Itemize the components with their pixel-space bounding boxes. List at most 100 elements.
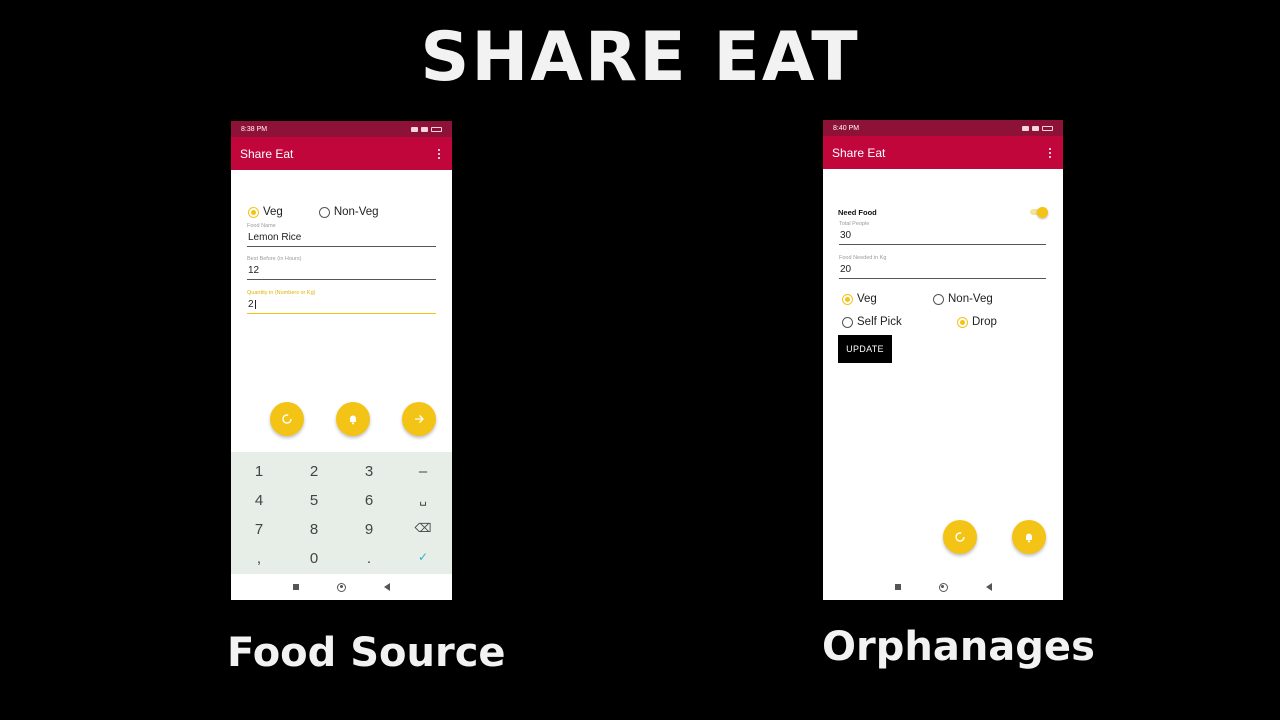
key-1[interactable]: 1 [244,463,274,480]
app-bar: Share Eat [231,137,452,170]
diet-radio-group: Veg Non-Veg [842,293,993,305]
battery-icon [1042,125,1053,131]
key-2[interactable]: 2 [299,463,329,480]
home-icon[interactable] [337,582,346,592]
app-title: Share Eat [240,146,294,161]
drop-radio[interactable]: Drop [957,316,997,328]
need-food-toggle[interactable] [1028,207,1048,218]
notify-button[interactable] [1012,520,1046,554]
signal-icon [1022,125,1029,131]
veg-radio[interactable]: Veg [248,206,283,218]
recents-icon[interactable] [293,584,299,590]
food-needed-field[interactable]: Food Needed in Kg 20 [839,255,1046,279]
radio-unchecked-icon [933,293,944,305]
best-before-input[interactable]: 12 [247,264,436,280]
food-name-field[interactable]: Food Name Lemon Rice [247,223,436,247]
app-title: Share Eat [832,145,886,160]
refresh-button[interactable] [270,402,304,436]
need-food-label: Need Food [838,208,877,217]
bell-icon [1026,533,1032,543]
self-pick-label: Self Pick [857,316,902,328]
radio-checked-icon [842,293,853,305]
food-needed-input[interactable]: 20 [839,263,1046,279]
key-minus[interactable]: – [408,463,438,480]
delivery-radio-group: Self Pick Drop [842,316,997,328]
status-time: 8:40 PM [833,124,860,132]
key-5[interactable]: 5 [299,492,329,509]
quantity-value: 2 [248,299,254,310]
wifi-icon [1032,125,1039,131]
backspace-key-icon[interactable]: ⌫ [408,521,438,535]
refresh-icon [282,414,292,424]
key-8[interactable]: 8 [299,521,329,538]
status-time: 8:38 PM [241,125,268,133]
update-button[interactable]: UPDATE [838,335,892,363]
orphanages-caption: Orphanages [822,624,1095,670]
non-veg-radio[interactable]: Non-Veg [933,293,993,305]
food-name-input[interactable]: Lemon Rice [247,231,436,247]
key-comma[interactable]: , [244,550,274,567]
quantity-field[interactable]: Quantity in (Numbers or Kg) 2 [247,290,436,314]
done-key-check-icon[interactable]: ✓ [408,550,438,564]
system-nav-bar [823,574,1063,600]
main-title: SHARE EAT [420,18,860,97]
status-bar: 8:40 PM [823,120,1063,136]
text-caret [254,299,256,309]
radio-checked-icon [957,316,968,328]
total-people-input[interactable]: 30 [839,229,1046,245]
non-veg-label: Non-Veg [948,293,993,305]
veg-radio[interactable]: Veg [842,293,933,305]
numeric-keypad: 1 2 3 – 4 5 6 ␣ 7 8 9 ⌫ , 0 . ✓ [231,452,452,574]
battery-icon [431,126,442,132]
overflow-menu-icon[interactable] [435,148,443,159]
back-icon[interactable] [384,583,390,591]
recents-icon[interactable] [894,584,901,590]
veg-label: Veg [263,206,283,218]
wifi-icon [421,126,428,132]
radio-unchecked-icon [318,206,330,218]
food-name-label: Food Name [247,223,276,229]
orphanage-phone: 8:40 PM Share Eat Need Food Total People… [823,120,1063,600]
next-button[interactable] [402,402,436,436]
best-before-field[interactable]: Best Before (in Hours) 12 [247,256,436,280]
total-people-label: Total People [839,221,870,227]
radio-unchecked-icon [842,316,853,328]
quantity-label: Quantity in (Numbers or Kg) [247,290,316,296]
non-veg-label: Non-Veg [333,206,379,218]
key-dot[interactable]: . [354,550,384,567]
food-source-phone: 8:38 PM Share Eat Veg Non-Veg Food Name … [231,121,452,600]
non-veg-radio[interactable]: Non-Veg [318,206,379,218]
key-6[interactable]: 6 [354,492,384,509]
signal-icon [411,126,418,132]
status-icons [411,126,442,132]
status-bar: 8:38 PM [231,121,452,137]
refresh-icon [955,532,965,542]
best-before-label: Best Before (in Hours) [247,256,302,262]
diet-radio-group: Veg Non-Veg [248,206,379,218]
refresh-button[interactable] [943,520,977,554]
arrow-right-icon [415,415,424,423]
status-icons [1022,125,1053,131]
system-nav-bar [231,574,452,600]
space-key-icon[interactable]: ␣ [408,492,438,506]
key-7[interactable]: 7 [244,521,274,538]
toggle-thumb [1037,207,1048,218]
quantity-input[interactable]: 2 [247,298,436,314]
radio-checked-icon [248,206,259,218]
notify-button[interactable] [336,402,370,436]
key-4[interactable]: 4 [244,492,274,509]
food-needed-label: Food Needed in Kg [839,255,887,261]
food-source-caption: Food Source [227,630,506,676]
total-people-field[interactable]: Total People 30 [839,221,1046,245]
overflow-menu-icon[interactable] [1046,147,1054,158]
key-0[interactable]: 0 [299,550,329,567]
key-9[interactable]: 9 [354,521,384,538]
back-icon[interactable] [985,583,992,591]
drop-label: Drop [972,316,997,328]
veg-label: Veg [857,293,877,305]
self-pick-radio[interactable]: Self Pick [842,316,957,328]
home-icon[interactable] [938,582,948,592]
app-bar: Share Eat [823,136,1063,169]
bell-icon [350,415,356,425]
key-3[interactable]: 3 [354,463,384,480]
